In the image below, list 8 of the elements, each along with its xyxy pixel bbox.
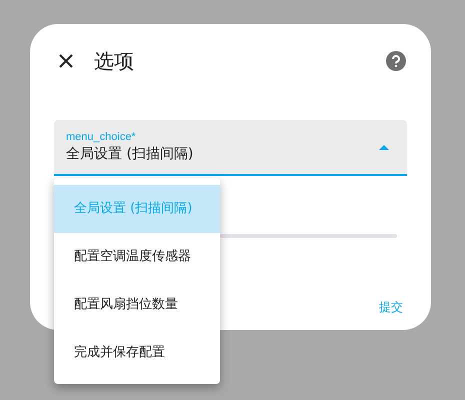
dialog-title: 选项	[94, 48, 134, 75]
field-label: menu_choice*	[66, 130, 137, 144]
field-value: 全局设置 (扫描间隔)	[66, 145, 194, 164]
menu-item[interactable]: 配置风扇挡位数量	[54, 281, 220, 329]
menu-item[interactable]: 配置空调温度传感器	[54, 233, 220, 281]
help-icon[interactable]	[386, 51, 406, 71]
menu-item[interactable]: 完成并保存配置	[54, 329, 220, 377]
menu-choice-select[interactable]: menu_choice* 全局设置 (扫描间隔)	[54, 120, 407, 176]
